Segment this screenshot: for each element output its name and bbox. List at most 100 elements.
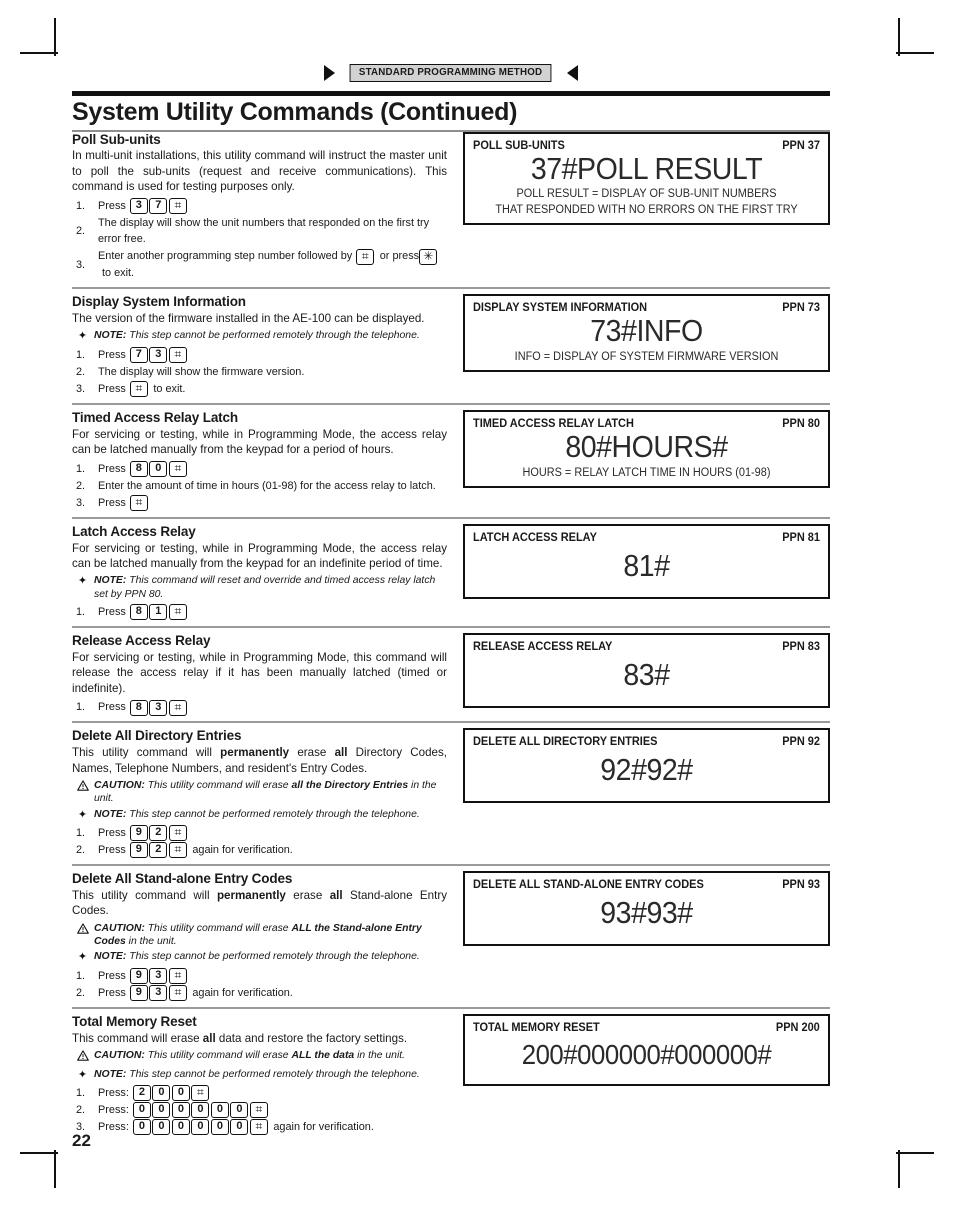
keypad-key-2: 2 (149, 842, 168, 859)
diamond-bullet-icon: ✦ (77, 330, 88, 343)
step-text: Enter the amount of time in hours (01-98… (98, 479, 436, 492)
step-number: 3. (76, 382, 86, 395)
step-item: 2. The display will show the unit numbers… (72, 215, 447, 248)
step-item: 1. Press 8 1 ⌗ (72, 604, 447, 621)
section-divider (72, 516, 830, 519)
keypad-key-2: 2 (132, 1085, 151, 1102)
step-content: Press: 0 0 0 0 0 0 ⌗ (98, 1102, 447, 1119)
step-content: Press 7 3 ⌗ (98, 346, 447, 364)
keypad-key-0: 0 (230, 1102, 249, 1119)
admonition-label: CAUTION: (94, 780, 148, 792)
step-item: 2. Press 9 2 ⌗ again for verification. (72, 842, 447, 859)
panel-command-string: 200#000000#000000# (521, 1038, 772, 1070)
keypad-key-8: 8 (129, 604, 148, 621)
admonition-label: CAUTION: (94, 922, 148, 934)
keypad-key-7: 7 (149, 197, 168, 214)
section-divider (72, 626, 830, 629)
admonition-label: NOTE: (94, 575, 130, 587)
section-divider (72, 721, 830, 724)
diamond-bullet-icon: ✦ (77, 808, 88, 821)
crop-mark-top-left-vertical (54, 18, 56, 56)
admonition-text: NOTE: This step cannot be performed remo… (94, 808, 420, 820)
section-heading: Delete All Directory Entries (72, 728, 242, 744)
keypad-key-0: 0 (171, 1085, 190, 1102)
panel-ppn-code: PPN 80 (782, 415, 820, 430)
step-item: 1. Press 9 2 ⌗ (72, 825, 447, 842)
emphasis-text: all (329, 889, 343, 903)
panel-header: RELEASE ACCESS RELAY PPN 83 (473, 639, 820, 653)
programming-method-badge-row: STANDARD PROGRAMMING METHOD (72, 64, 830, 82)
keypad-key-3: 3 (149, 968, 168, 985)
emphasis-text: all (202, 1031, 216, 1045)
keypad-key-0: 0 (152, 1119, 171, 1136)
keypad-key-9: 9 (129, 825, 148, 842)
triangle-left-icon (566, 65, 578, 81)
panel-ppn-code: PPN 81 (782, 529, 820, 544)
step-text: Press (98, 701, 126, 714)
keypad-key-9: 9 (129, 842, 148, 859)
caution-note: CAUTION: This utility command will erase… (72, 922, 447, 949)
section-body: For servicing or testing, while in Progr… (72, 427, 447, 457)
step-content: Press 9 2 ⌗ (98, 825, 447, 842)
keypad-key-0: 0 (191, 1102, 210, 1119)
display-panel: DISPLAY SYSTEM INFORMATION PPN 73 73#INFO I… (463, 293, 830, 372)
page-title: System Utility Commands (Continued) (72, 98, 518, 126)
note-item: ✦ NOTE: This step cannot be performed rem… (72, 329, 447, 343)
step-content: Press 3 7 ⌗ (98, 197, 447, 215)
panel-header: TOTAL MEMORY RESET PPN 200 (473, 1020, 820, 1034)
step-text: again for verification. (273, 1121, 374, 1133)
caution-triangle-icon (76, 780, 89, 791)
step-content: The display will show the firmware versi… (98, 364, 447, 381)
step-number: 3. (76, 496, 86, 509)
keypad-key-9: 9 (129, 968, 148, 985)
caution-triangle-icon (76, 923, 89, 934)
emphasis-text: ALL the data (291, 1050, 355, 1062)
panel-ppn-code: PPN 200 (776, 1019, 820, 1034)
panel-command-string: 92#92# (600, 752, 693, 788)
section-body: In multi-unit installations, this utilit… (72, 149, 447, 194)
admonition-text: NOTE: This step cannot be performed remo… (94, 951, 420, 963)
step-text: Press (98, 986, 126, 999)
step-text: Press (98, 462, 126, 475)
keypad-key-0: 0 (132, 1102, 151, 1119)
panel-caption: THAT RESPONDED WITH NO ERRORS ON THE FIR… (495, 202, 798, 217)
step-text: Press: (98, 1086, 129, 1099)
step-item: 1. Press 9 3 ⌗ (72, 968, 447, 985)
keypad-key-3: 3 (129, 197, 148, 214)
keypad-key-hash: ⌗ (168, 604, 187, 621)
section-2: Display System Information The version of… (72, 293, 830, 398)
step-text: again for verification. (192, 844, 293, 857)
section-divider (72, 1006, 830, 1009)
step-number: 2. (76, 844, 86, 857)
step-text: Press (98, 496, 126, 509)
section-text-column: Release Access Relay For servicing or tes… (72, 633, 447, 716)
section-text-column: Timed Access Relay Latch For servicing or… (72, 410, 447, 512)
step-content: Press: 2 0 0 ⌗ (98, 1085, 447, 1102)
keypad-key-0: 0 (152, 1102, 171, 1119)
panel-command-string: 37#POLL RESULT (530, 150, 763, 186)
section-body: This utility command will permanently er… (72, 746, 447, 775)
step-text: Press (98, 969, 126, 982)
display-panel: TIMED ACCESS RELAY LATCH PPN 80 80#HOURS# H… (463, 409, 830, 488)
section-heading: Display System Information (72, 293, 246, 309)
section-8: Total Memory Reset This command will eras… (72, 1013, 830, 1136)
admonition-label: NOTE: (94, 951, 130, 963)
section-5: Release Access Relay For servicing or tes… (72, 633, 830, 716)
sections-container: Poll Sub-units In multi-unit installation… (72, 131, 830, 1137)
step-number: 2. (76, 365, 86, 378)
caution-triangle-icon (76, 1050, 89, 1061)
panel-caption: INFO = DISPLAY OF SYSTEM FIRMWARE VERSIO… (514, 348, 779, 363)
section-3: Timed Access Relay Latch For servicing or… (72, 409, 830, 512)
section-heading: Poll Sub-units (72, 131, 161, 147)
section-heading: Delete All Stand-alone Entry Codes (72, 871, 293, 887)
step-text: Press (98, 606, 126, 619)
step-list: 1. Press 8 1 ⌗ (72, 604, 447, 621)
step-content: Press ⌗ to exit. (98, 381, 447, 398)
panel-header: DELETE ALL DIRECTORY ENTRIES PPN 92 (473, 734, 820, 748)
diamond-bullet-icon: ✦ (77, 575, 88, 588)
section-body: For servicing or testing, while in Progr… (72, 541, 447, 571)
crop-mark-top-left-horizontal (20, 52, 58, 54)
section-text-column: Latch Access Relay For servicing or testi… (72, 524, 447, 621)
panel-command-string: 81# (623, 547, 670, 583)
step-item: 1. Press 8 0 ⌗ (72, 460, 447, 478)
